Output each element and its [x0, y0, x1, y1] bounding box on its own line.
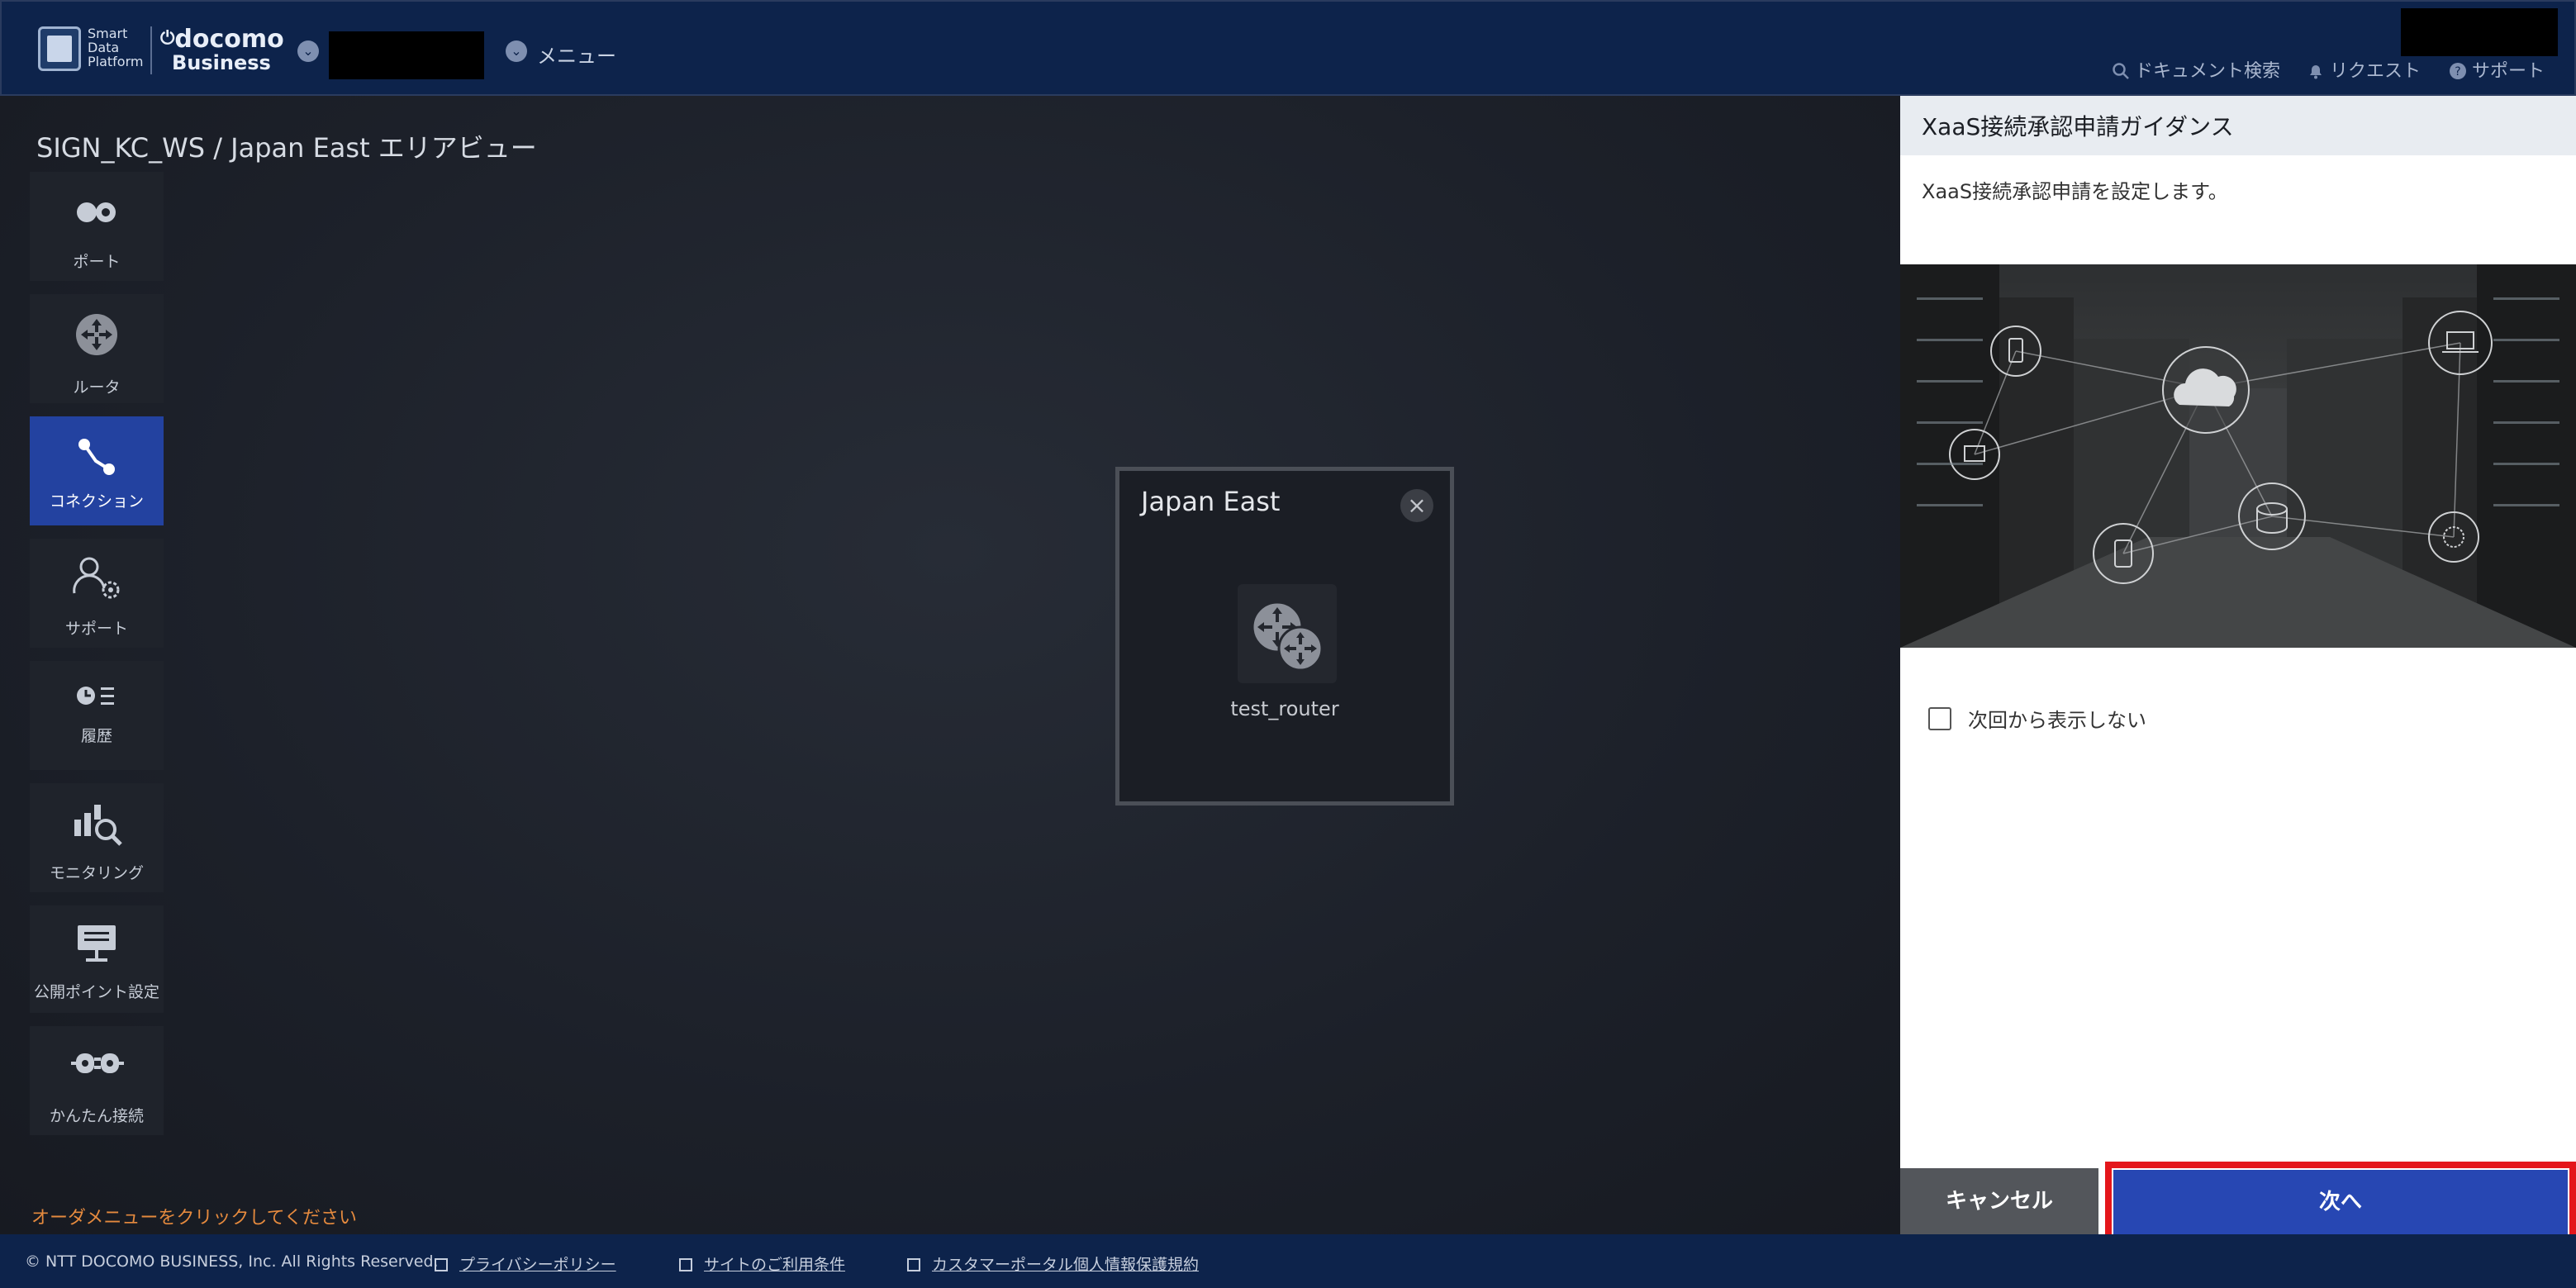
sidebar-item-label: モニタリング: [49, 864, 144, 882]
close-icon[interactable]: ×: [1400, 489, 1433, 522]
panel-description: XaaS接続承認申請を設定します。: [1922, 180, 2228, 203]
external-link-icon: [907, 1258, 920, 1271]
business-logo: Business: [172, 51, 271, 74]
request-link[interactable]: リクエスト: [2307, 56, 2421, 83]
workspace-chevron-down-icon[interactable]: ⌄: [297, 40, 319, 62]
external-link-icon: [435, 1258, 448, 1271]
checkbox-label: 次回から表示しない: [1968, 709, 2146, 732]
document-search-link[interactable]: ドキュメント検索: [2112, 56, 2280, 83]
page-title: SIGN_KC_WS / Japan East エリアビュー: [36, 132, 537, 164]
sidebar-item-public-point[interactable]: 公開ポイント設定: [30, 905, 164, 1013]
sidebar-item-label: ルータ: [73, 378, 121, 397]
order-menu-hint: オーダメニューをクリックしてください: [31, 1208, 358, 1229]
support-icon: [73, 557, 120, 599]
search-icon: [2113, 63, 2129, 79]
user-account-redacted[interactable]: [2401, 8, 2558, 56]
sidebar-item-port[interactable]: ポート: [30, 172, 164, 281]
customer-portal-privacy-link[interactable]: カスタマーポータル個人情報保護規約: [907, 1252, 1199, 1275]
dont-show-again-checkbox[interactable]: [1928, 707, 1951, 730]
router-icon: [76, 314, 117, 355]
popup-title: Japan East: [1141, 486, 1281, 517]
sdp-logo-icon[interactable]: [38, 26, 81, 71]
port-icon: [77, 202, 116, 222]
easy-connect-icon: [71, 1053, 124, 1073]
support-link[interactable]: ? サポート: [2449, 56, 2545, 83]
bell-icon: [2310, 65, 2322, 79]
network-graphic: [1900, 264, 2576, 648]
copyright-text: © NTT DOCOMO BUSINESS, Inc. All Rights R…: [25, 1252, 439, 1271]
sidebar-item-connection[interactable]: コネクション: [30, 416, 164, 525]
workspace-selector-redacted[interactable]: [329, 31, 484, 79]
sidebar-item-label: 履歴: [80, 727, 112, 745]
top-header: Smart Data Platform ⏻docomo Business ⌄ ⌄…: [0, 0, 2576, 96]
privacy-policy-link[interactable]: プライバシーポリシー: [435, 1252, 616, 1275]
footer: © NTT DOCOMO BUSINESS, Inc. All Rights R…: [0, 1234, 2576, 1288]
connection-icon: [78, 439, 115, 475]
terms-of-use-link[interactable]: サイトのご利用条件: [679, 1252, 845, 1275]
monitoring-icon: [74, 805, 122, 846]
sidebar-item-router[interactable]: ルータ: [30, 294, 164, 403]
cancel-button[interactable]: キャンセル: [1900, 1168, 2098, 1234]
region-popup: Japan East × test_router: [1115, 467, 1454, 806]
docomo-logo: ⏻docomo: [160, 25, 284, 54]
sidebar-item-label: コネクション: [49, 492, 144, 511]
menu-button[interactable]: メニュー: [537, 40, 616, 69]
sidebar-item-monitoring[interactable]: モニタリング: [30, 783, 164, 892]
router-cluster-icon: [1251, 601, 1324, 672]
sidebar-item-label: 公開ポイント設定: [33, 983, 159, 1001]
menu-chevron-down-icon[interactable]: ⌄: [506, 40, 527, 62]
sidebar-item-label: かんたん接続: [49, 1107, 144, 1125]
public-point-icon: [78, 925, 116, 962]
sidebar-item-history[interactable]: 履歴: [30, 661, 164, 770]
history-icon: [77, 687, 114, 705]
guidance-panel: XaaS接続承認申請ガイダンス XaaS接続承認申請を設定します。 次回から表示…: [1900, 96, 2576, 1243]
external-link-icon: [679, 1258, 692, 1271]
logo-divider: [150, 26, 152, 74]
sidebar-item-label: サポート: [64, 620, 128, 638]
area-view-canvas: SIGN_KC_WS / Japan East エリアビュー ポート ルータ コ…: [0, 96, 1900, 1234]
svg-text:?: ?: [2455, 65, 2460, 78]
datacenter-network-illustration: [1900, 264, 2576, 648]
panel-header: XaaS接続承認申請ガイダンス: [1900, 96, 2576, 155]
sdp-logo-text: Smart Data Platform: [88, 26, 144, 69]
sidebar-item-label: ポート: [73, 253, 121, 271]
panel-title: XaaS接続承認申請ガイダンス: [1922, 113, 2234, 140]
help-icon: ?: [2450, 63, 2466, 79]
sidebar-item-easy-connect[interactable]: かんたん接続: [30, 1026, 164, 1135]
sidebar-item-support[interactable]: サポート: [30, 539, 164, 648]
next-button[interactable]: 次へ: [2113, 1170, 2568, 1234]
router-node[interactable]: [1238, 584, 1337, 683]
router-label: test_router: [1230, 697, 1339, 720]
